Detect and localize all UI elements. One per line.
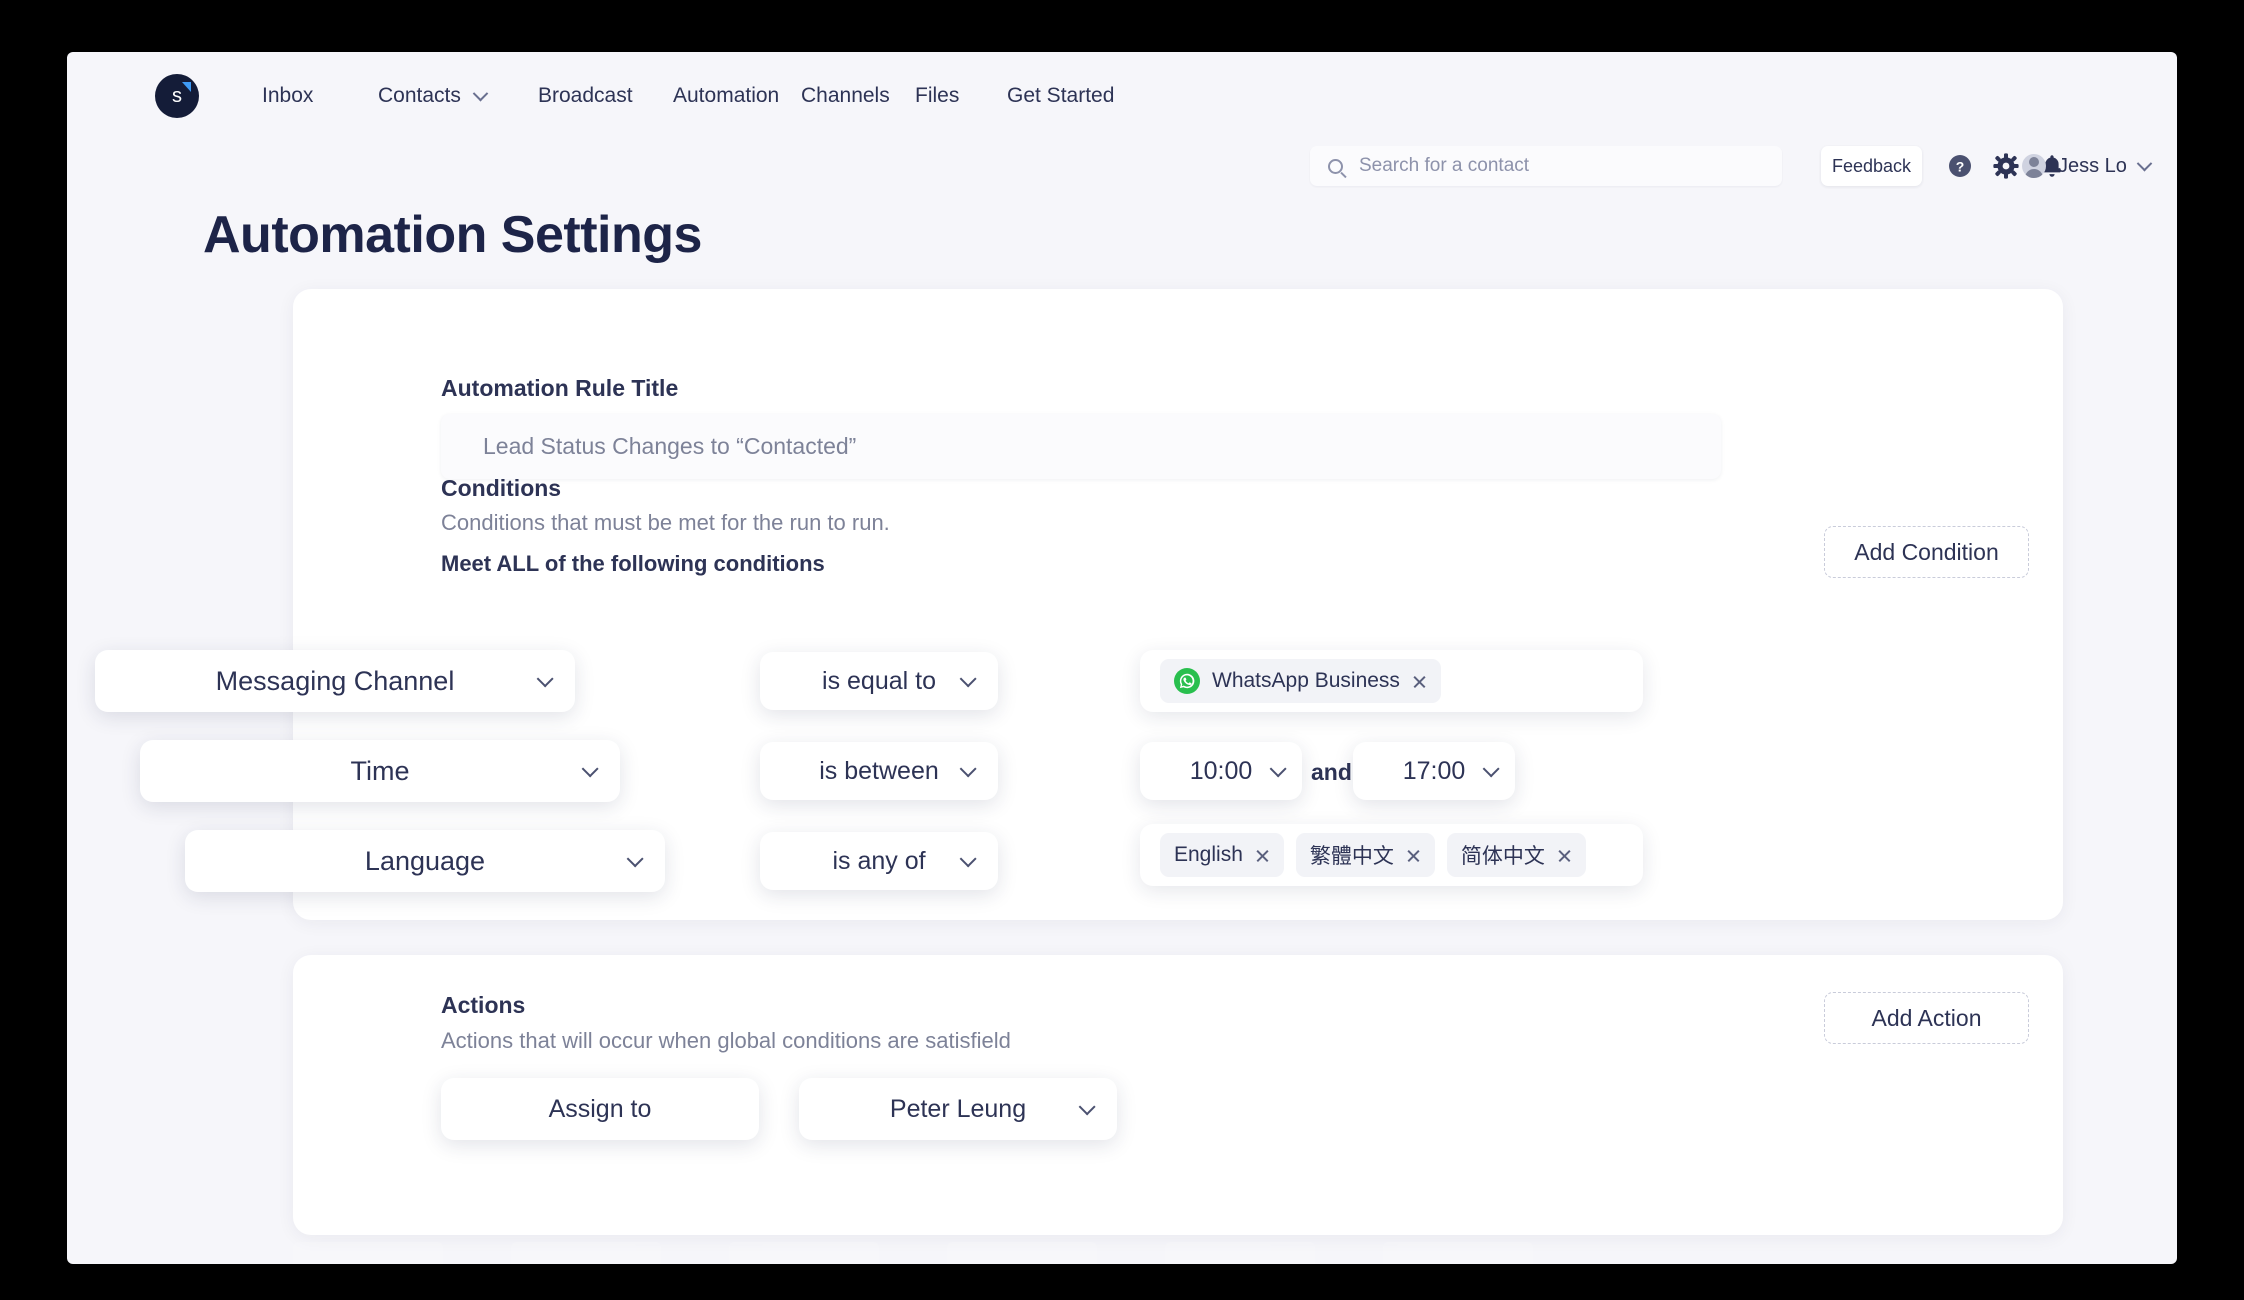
nav-item-label: Get Started: [1007, 84, 1115, 107]
ghost-item: [1383, 1242, 1533, 1264]
value-chip-english[interactable]: English: [1160, 833, 1284, 877]
feedback-button-label: Feedback: [1831, 155, 1912, 176]
value-chip-simplified-chinese[interactable]: 简体中文: [1446, 833, 1586, 877]
action-target-label-1: Peter Leung: [889, 1094, 1027, 1123]
condition-field-label-2: Time: [350, 755, 410, 786]
condition-time-from-dropdown[interactable]: 10:00: [1140, 742, 1302, 800]
top-navigation-bar: s Inbox Contacts Broadcast Automation Ch…: [67, 52, 2177, 186]
search-input[interactable]: Search for a contact: [1359, 155, 1529, 177]
help-circle-icon[interactable]: ?: [1947, 153, 1973, 179]
nav-links: Inbox Contacts Broadcast Automation Chan…: [262, 52, 1137, 140]
conditions-heading: Conditions: [441, 475, 562, 501]
ghost-item: [511, 1242, 661, 1264]
chevron-down-icon: [1078, 1098, 1096, 1116]
chevron-down-icon: [959, 850, 977, 868]
condition-value-field-3[interactable]: English 繁體中文 简体中文: [1140, 824, 1643, 886]
action-target-dropdown-1[interactable]: Peter Leung: [799, 1078, 1117, 1140]
gear-icon[interactable]: [1993, 153, 2019, 179]
add-action-button-label: Add Action: [1871, 1004, 1982, 1031]
actions-card: Actions Actions that will occur when glo…: [293, 955, 2063, 1235]
nav-item-label: Broadcast: [538, 84, 633, 107]
value-chip-traditional-chinese[interactable]: 繁體中文: [1295, 833, 1435, 877]
nav-item-inbox[interactable]: Inbox: [262, 84, 378, 108]
chevron-down-icon: [1269, 760, 1287, 778]
add-action-button[interactable]: Add Action: [1824, 992, 2029, 1044]
condition-value-field-1[interactable]: WhatsApp Business: [1140, 650, 1643, 712]
value-chip-label: English: [1174, 843, 1243, 866]
app-window: s Inbox Contacts Broadcast Automation Ch…: [67, 52, 2177, 1264]
logo-spark-icon: [182, 82, 191, 92]
value-chip-label: 繁體中文: [1309, 845, 1394, 868]
user-menu[interactable]: Jess Lo: [2022, 146, 2153, 186]
close-icon[interactable]: [1557, 848, 1572, 863]
nav-item-broadcast[interactable]: Broadcast: [538, 84, 673, 108]
condition-field-dropdown-3[interactable]: Language: [185, 830, 665, 892]
nav-item-automation[interactable]: Automation: [673, 84, 801, 108]
chevron-down-icon: [2136, 155, 2153, 171]
add-condition-button-label: Add Condition: [1854, 538, 1999, 565]
value-chip-label: WhatsApp Business: [1212, 669, 1400, 692]
page-footer-ghost-row: [293, 1242, 2063, 1264]
condition-time-to-dropdown[interactable]: 17:00: [1353, 742, 1515, 800]
whatsapp-icon: [1174, 668, 1200, 694]
close-icon[interactable]: [1412, 674, 1427, 689]
nav-item-label: Automation: [673, 84, 780, 107]
condition-operator-label-2: is between: [819, 756, 939, 785]
ghost-item: [293, 1242, 443, 1264]
actions-subheading: Actions that will occur when global cond…: [441, 1028, 1011, 1053]
chevron-down-icon: [626, 850, 644, 868]
condition-operator-dropdown-3[interactable]: is any of: [760, 832, 998, 890]
ghost-item: [1165, 1242, 1315, 1264]
condition-operator-label-3: is any of: [832, 846, 926, 875]
condition-operator-label-1: is equal to: [822, 666, 936, 695]
nav-item-label: Contacts: [378, 84, 461, 107]
search-box[interactable]: Search for a contact: [1310, 146, 1782, 186]
conditions-subheading: Conditions that must be met for the run …: [441, 510, 890, 535]
ghost-item: [947, 1242, 1097, 1264]
nav-item-contacts[interactable]: Contacts: [378, 84, 538, 108]
condition-time-conjunction: and: [1311, 759, 1352, 785]
chevron-down-icon: [581, 760, 599, 778]
search-icon: [1328, 158, 1343, 174]
condition-field-label-1: Messaging Channel: [215, 665, 455, 696]
user-name-label: Jess Lo: [2058, 154, 2127, 177]
condition-time-to-label: 17:00: [1402, 756, 1466, 785]
nav-item-label: Files: [915, 84, 960, 107]
condition-field-label-3: Language: [364, 845, 486, 876]
chevron-down-icon: [536, 670, 554, 688]
feedback-button[interactable]: Feedback: [1821, 146, 1922, 186]
action-type-dropdown-1[interactable]: Assign to: [441, 1078, 759, 1140]
chevron-down-icon: [959, 670, 977, 688]
svg-text:?: ?: [1956, 159, 1965, 175]
nav-item-get-started[interactable]: Get Started: [1007, 84, 1137, 108]
avatar: [2022, 154, 2046, 178]
condition-field-dropdown-1[interactable]: Messaging Channel: [95, 650, 575, 712]
chevron-down-icon: [959, 760, 977, 778]
action-type-label-1: Assign to: [548, 1094, 652, 1123]
chevron-down-icon: [472, 85, 489, 101]
condition-time-from-label: 10:00: [1189, 756, 1253, 785]
value-chip-label: 简体中文: [1460, 845, 1545, 868]
conditions-match-mode-label: Meet ALL of the following conditions: [441, 551, 825, 576]
actions-heading: Actions: [441, 992, 526, 1018]
rule-title-input[interactable]: [441, 414, 1721, 479]
condition-operator-dropdown-1[interactable]: is equal to: [760, 652, 998, 710]
close-icon[interactable]: [1255, 848, 1270, 863]
nav-item-channels[interactable]: Channels: [801, 84, 915, 108]
app-logo[interactable]: s: [155, 74, 199, 118]
page-title: Automation Settings: [203, 206, 702, 264]
logo-letter: s: [172, 84, 182, 107]
add-condition-button[interactable]: Add Condition: [1824, 526, 2029, 578]
value-chip-whatsapp-business[interactable]: WhatsApp Business: [1160, 659, 1441, 703]
condition-field-dropdown-2[interactable]: Time: [140, 740, 620, 802]
nav-item-files[interactable]: Files: [915, 84, 1007, 108]
condition-operator-dropdown-2[interactable]: is between: [760, 742, 998, 800]
close-icon[interactable]: [1406, 848, 1421, 863]
chevron-down-icon: [1482, 760, 1500, 778]
ghost-item: [729, 1242, 879, 1264]
rule-title-label: Automation Rule Title: [441, 375, 679, 401]
nav-item-label: Channels: [801, 84, 890, 107]
nav-item-label: Inbox: [262, 84, 314, 107]
